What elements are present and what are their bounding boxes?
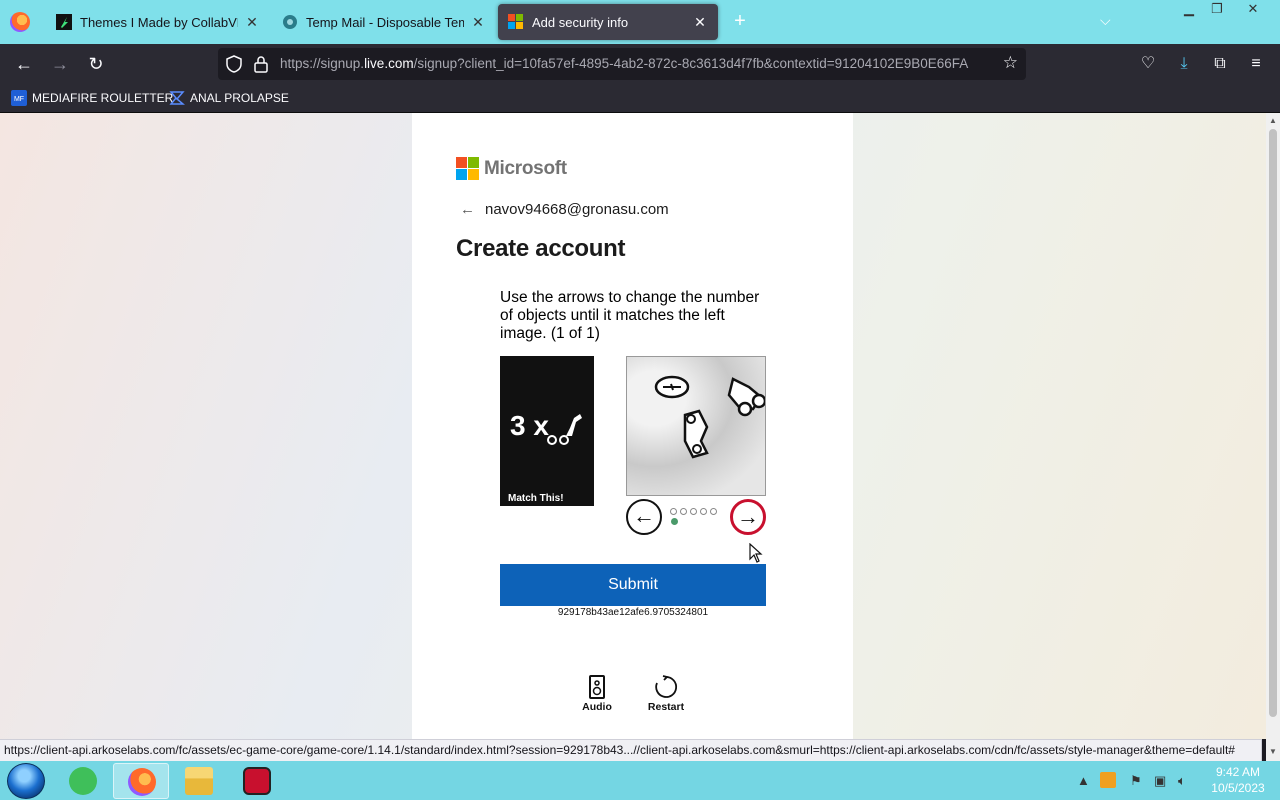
- tempmail-icon: [283, 15, 297, 29]
- progress-dot: [690, 508, 697, 515]
- submit-button[interactable]: Submit: [500, 564, 766, 606]
- back-icon[interactable]: ←: [12, 52, 36, 76]
- progress-dot: [710, 508, 717, 515]
- mouse-cursor-icon: [749, 543, 763, 563]
- forward-icon[interactable]: →: [48, 52, 72, 76]
- tab-label: Temp Mail - Disposable Tempo: [306, 14, 464, 30]
- start-button[interactable]: [7, 763, 45, 799]
- bookmarks-toolbar: MF MEDIAFIRE ROULETTER ANAL PROLAPSE: [0, 84, 1280, 113]
- status-url: https://client-api.arkoselabs.com/fc/ass…: [0, 739, 1262, 761]
- audio-button[interactable]: Audio: [572, 675, 622, 713]
- app-tray-icon[interactable]: [1100, 772, 1116, 788]
- taskbar-notes[interactable]: [55, 763, 111, 799]
- progress-dots: [670, 508, 720, 515]
- notes-app-icon: [69, 767, 97, 795]
- account-email: navov94668@gronasu.com: [485, 201, 669, 218]
- tab-bar: Themes I Made by CollabVMUs ✕ Temp Mail …: [0, 0, 1280, 44]
- minimize-icon[interactable]: ▁: [1174, 0, 1204, 20]
- close-icon[interactable]: ✕: [692, 14, 708, 31]
- downloads-icon[interactable]: ⤓: [1174, 54, 1194, 74]
- taskbar-app[interactable]: [229, 763, 285, 799]
- captcha-objects: [654, 375, 765, 459]
- bookmark-label: ANAL PROLAPSE: [190, 91, 289, 105]
- progress-dot: [700, 508, 707, 515]
- taskbar-firefox[interactable]: [113, 763, 169, 799]
- captcha-reference-image: 3 x Match This!: [500, 356, 594, 506]
- system-clock[interactable]: 9:42 AM 10/5/2023: [1206, 764, 1270, 796]
- maximize-icon[interactable]: ❐: [1202, 0, 1232, 20]
- tab-add-security-info[interactable]: Add security info ✕: [498, 4, 718, 40]
- clock-date: 10/5/2023: [1211, 781, 1265, 795]
- session-id: 929178b43ae12afe6.9705324801: [557, 607, 709, 618]
- flag-icon[interactable]: ⚑: [1130, 773, 1142, 789]
- shield-icon[interactable]: [226, 55, 242, 73]
- tab-themes[interactable]: Themes I Made by CollabVMUs ✕: [46, 4, 270, 40]
- tab-label: Themes I Made by CollabVMUs: [80, 14, 238, 30]
- speaker-icon: [589, 675, 605, 699]
- close-icon[interactable]: ✕: [244, 14, 260, 31]
- bookmark-anal-prolapse[interactable]: ANAL PROLAPSE: [169, 90, 289, 106]
- brand-name: Microsoft: [484, 157, 567, 179]
- progress-dot: [670, 508, 677, 515]
- previous-arrow-button[interactable]: ←: [626, 499, 662, 535]
- identity-row: ← navov94668@gronasu.com: [460, 201, 669, 218]
- bookmark-label: MEDIAFIRE ROULETTER: [32, 91, 174, 105]
- scroll-thumb[interactable]: [1269, 129, 1277, 717]
- list-tabs-icon[interactable]: ⌵: [1100, 12, 1111, 29]
- restart-icon: [655, 675, 678, 698]
- microsoft-icon: [508, 14, 523, 29]
- mediafire-icon: MF: [11, 90, 27, 106]
- tab-temp-mail[interactable]: Temp Mail - Disposable Tempo ✕: [272, 4, 496, 40]
- captcha-game-image: [626, 356, 766, 496]
- new-tab-button[interactable]: +: [729, 10, 751, 32]
- svg-text:MF: MF: [14, 96, 24, 103]
- network-icon[interactable]: ▣: [1154, 773, 1166, 789]
- reload-icon[interactable]: ↻: [84, 52, 108, 76]
- taskbar: ▲ ⚑ ▣ 🔈︎ 9:42 AM 10/5/2023: [0, 761, 1280, 800]
- app-icon: [243, 767, 271, 795]
- restart-label: Restart: [647, 701, 685, 713]
- vacuum-robot-icon: [546, 414, 582, 445]
- microsoft-logo: Microsoft: [456, 157, 567, 180]
- firefox-icon[interactable]: [10, 12, 30, 32]
- pocket-icon[interactable]: ♡: [1138, 54, 1158, 74]
- page-title: Create account: [456, 235, 626, 262]
- microsoft-logo-icon: [456, 157, 479, 180]
- clock-time: 9:42 AM: [1215, 765, 1261, 779]
- bookmark-star-icon[interactable]: ☆: [1003, 53, 1018, 73]
- restart-button[interactable]: Restart: [641, 675, 691, 713]
- taskbar-explorer[interactable]: [171, 763, 227, 799]
- scroll-down-icon[interactable]: ▼: [1266, 745, 1280, 759]
- url-bar[interactable]: https://signup.live.com/signup?client_id…: [218, 48, 1026, 80]
- url-text[interactable]: https://signup.live.com/signup?client_id…: [280, 56, 994, 71]
- signup-card: Microsoft ← navov94668@gronasu.com Creat…: [412, 113, 853, 739]
- collabvm-icon: [56, 14, 72, 30]
- progress-dot-active: [671, 518, 678, 525]
- scroll-up-icon[interactable]: ▲: [1266, 114, 1280, 128]
- show-hidden-icons-icon[interactable]: ▲: [1077, 773, 1090, 788]
- close-icon[interactable]: ✕: [470, 14, 486, 31]
- back-arrow-icon[interactable]: ←: [460, 201, 475, 218]
- next-arrow-button[interactable]: →: [730, 499, 766, 535]
- audio-label: Audio: [582, 701, 612, 713]
- progress-dot: [680, 508, 687, 515]
- menu-icon[interactable]: ≡: [1246, 54, 1266, 74]
- match-label: Match This!: [500, 492, 594, 506]
- bookmark-icon: [169, 91, 185, 105]
- lock-icon[interactable]: [254, 55, 268, 73]
- window-close-icon[interactable]: ✕: [1238, 0, 1268, 20]
- extensions-icon[interactable]: ⧉: [1210, 54, 1230, 74]
- bookmark-mediafire[interactable]: MF MEDIAFIRE ROULETTER: [11, 90, 173, 106]
- firefox-taskbar-icon: [128, 768, 156, 796]
- folder-icon: [185, 767, 213, 795]
- navigation-toolbar: ← → ↻ https://signup.live.com/signup?cli…: [0, 44, 1280, 84]
- volume-icon[interactable]: 🔈︎: [1178, 773, 1186, 789]
- tab-label: Add security info: [532, 14, 629, 30]
- captcha-instructions: Use the arrows to change the number of o…: [500, 289, 760, 342]
- page-scrollbar[interactable]: ▲ ▼: [1266, 113, 1280, 761]
- page-content: Microsoft ← navov94668@gronasu.com Creat…: [0, 113, 1266, 739]
